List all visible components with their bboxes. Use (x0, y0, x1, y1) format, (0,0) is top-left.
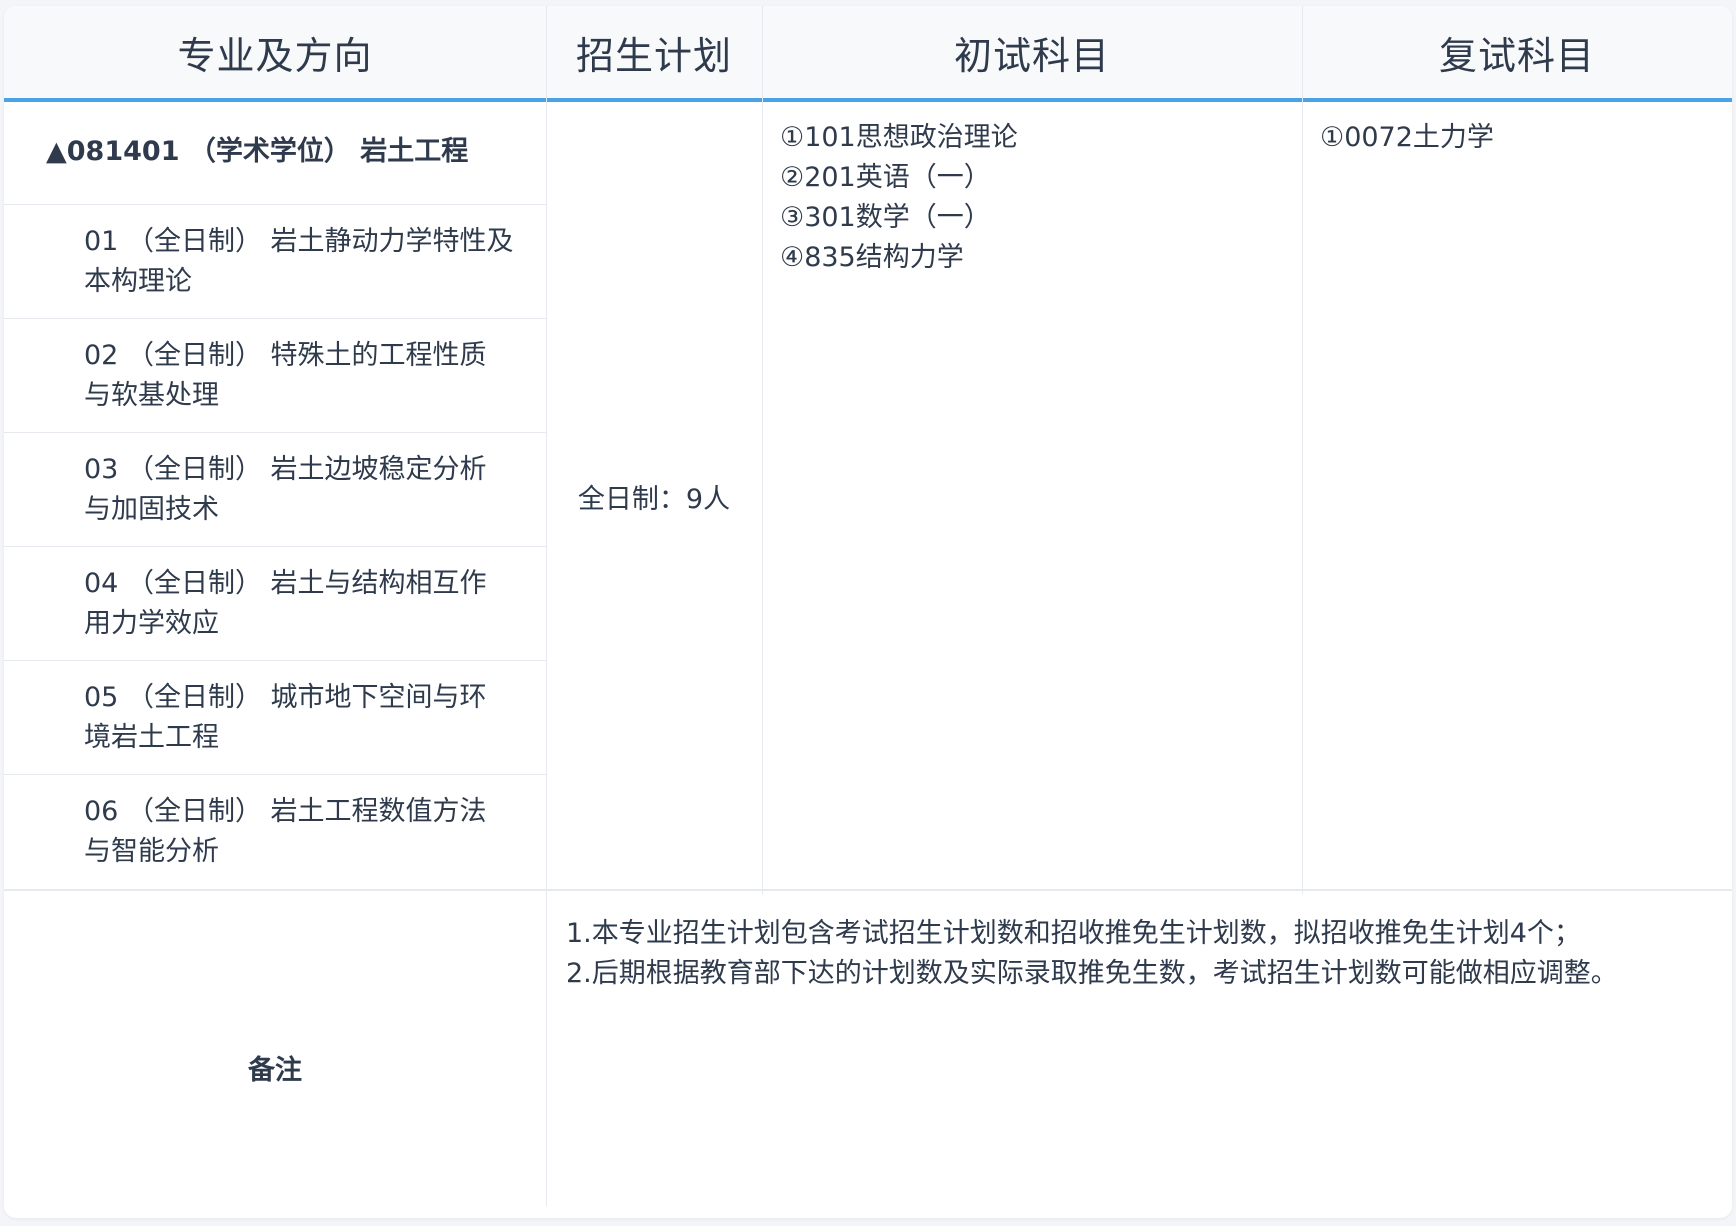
admission-table: 专业及方向 招生计划 初试科目 复试科目 ▲081401 （学术学位） 岩土工程… (4, 6, 1732, 1218)
column-divider (546, 6, 547, 1206)
remark-item: 1.本专业招生计划包含考试招生计划数和招收推免生计划数，拟招收推免生计划4个； (566, 918, 1581, 949)
direction-item: 01 （全日制） 岩土静动力学特性及 本构理论 (84, 226, 514, 297)
direction-item: 03 （全日制） 岩土边坡稳定分析 与加固技术 (84, 454, 487, 525)
remark-label: 备注 (248, 1055, 302, 1086)
initial-exam-item: ①101思想政治理论 (780, 122, 1018, 153)
direction-item: 04 （全日制） 岩土与结构相互作 用力学效应 (84, 568, 487, 639)
direction-item: 06 （全日制） 岩土工程数值方法 与智能分析 (84, 796, 487, 867)
retest-exam-item: ①0072土力学 (1320, 122, 1494, 153)
table-header: 专业及方向 招生计划 初试科目 复试科目 (4, 6, 1732, 102)
header-retest-exam: 复试科目 (1438, 33, 1595, 78)
row-divider (4, 432, 546, 433)
row-divider (4, 774, 546, 775)
column-divider (1302, 6, 1303, 894)
row-divider (4, 204, 546, 205)
direction-item: 05 （全日制） 城市地下空间与环 境岩土工程 (84, 682, 487, 753)
remark-item: 2.后期根据教育部下达的计划数及实际录取推免生数，考试招生计划数可能做相应调整。 (566, 958, 1618, 989)
initial-exam-item: ④835结构力学 (780, 242, 964, 273)
header-initial-exam: 初试科目 (953, 33, 1110, 78)
row-divider (4, 660, 546, 661)
direction-item: 02 （全日制） 特殊土的工程性质 与软基处理 (84, 340, 487, 411)
column-divider (762, 6, 763, 894)
header-plan: 招生计划 (575, 33, 732, 78)
row-divider (4, 546, 546, 547)
initial-exam-list: ①101思想政治理论 ②201英语（一） ③301数学（一） ④835结构力学 (780, 118, 1018, 278)
row-divider (4, 318, 546, 319)
remarks-text: 1.本专业招生计划包含考试招生计划数和招收推免生计划数，拟招收推免生计划4个； … (566, 914, 1618, 994)
retest-exam-list: ①0072土力学 (1320, 118, 1494, 158)
major-title: ▲081401 （学术学位） 岩土工程 (46, 136, 469, 167)
row-divider (4, 889, 1732, 891)
initial-exam-item: ②201英语（一） (780, 162, 991, 193)
enrollment-plan: 全日制：9人 (577, 484, 731, 515)
initial-exam-item: ③301数学（一） (780, 202, 991, 233)
header-major: 专业及方向 (177, 33, 373, 78)
